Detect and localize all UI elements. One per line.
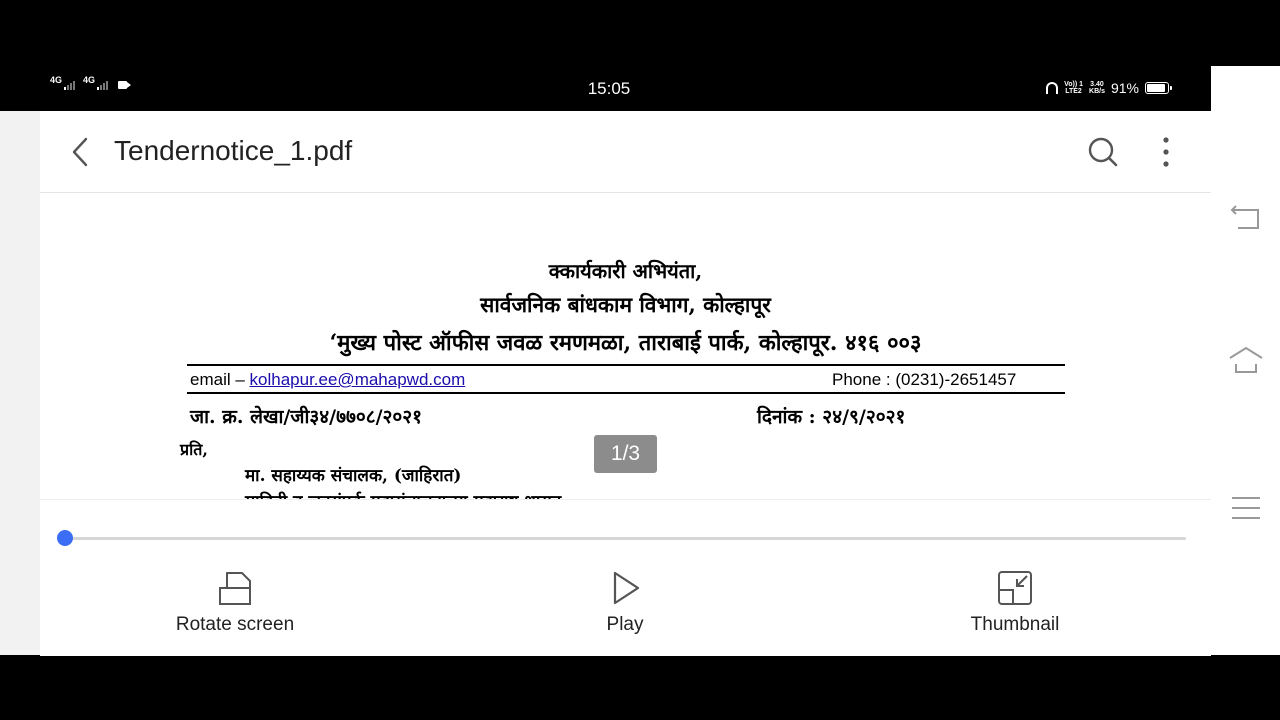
volte-indicator: Vo)) 1 LTE2 — [1064, 81, 1083, 95]
headset-icon — [1046, 82, 1059, 94]
play-label: Play — [606, 614, 644, 635]
document-viewport[interactable]: क्‍कार्यकारी अभियंता, सार्वजनिक बांधकाम … — [40, 193, 1211, 499]
battery-fill — [1147, 84, 1166, 92]
nav-back-icon[interactable] — [1228, 202, 1264, 238]
volte-top: Vo)) 1 — [1064, 81, 1084, 88]
doc-heading-line3: ‘मुख्य पोस्ट ऑफीस जवळ रमणमळा, ताराबाई पा… — [329, 330, 922, 356]
thumbnail-label: Thumbnail — [970, 614, 1060, 635]
nav-home-icon[interactable] — [1228, 342, 1264, 378]
left-margin-strip — [0, 111, 40, 655]
network-speed: 3.40 KB/s — [1089, 81, 1105, 95]
document-title: Tendernotice_1.pdf — [114, 135, 353, 166]
doc-to-label: प्रति, — [180, 440, 208, 459]
speed-value: 3.40 — [1090, 81, 1104, 88]
email-label: email – — [190, 370, 250, 389]
pdf-viewer: Tendernotice_1.pdf क्‍कार्यकारी अभियंता,… — [40, 111, 1211, 656]
page-indicator: 1/3 — [594, 435, 657, 473]
doc-reference-number: जा. क्र. लेखा/जी३४/७७०८/२०२१ — [190, 406, 423, 428]
app-bar: Tendernotice_1.pdf — [40, 111, 1211, 193]
rotate-screen-label: Rotate screen — [175, 614, 295, 635]
volte-bottom: LTE2 — [1065, 88, 1082, 95]
thumbnail-icon — [998, 571, 1032, 605]
rotate-screen-icon — [219, 572, 251, 605]
speed-unit: KB/s — [1089, 88, 1105, 95]
header-rule-top — [187, 364, 1065, 366]
bottom-controls: Rotate screen Play Thumbnail — [40, 499, 1211, 656]
doc-phone: Phone : (0231)-2651457 — [832, 370, 1017, 389]
play-button[interactable]: Play — [525, 570, 725, 636]
search-icon[interactable] — [1086, 135, 1120, 169]
navigation-bar — [1211, 66, 1280, 655]
page-slider-track[interactable] — [64, 537, 1186, 540]
doc-email: email – kolhapur.ee@mahapwd.com — [190, 370, 465, 390]
thumbnail-button[interactable]: Thumbnail — [915, 570, 1115, 636]
status-right: Vo)) 1 LTE2 3.40 KB/s 91% — [1046, 80, 1172, 96]
chevron-left-icon[interactable] — [66, 135, 98, 169]
battery-percent: 91% — [1110, 80, 1139, 96]
more-vertical-icon[interactable] — [1152, 135, 1180, 169]
status-time: 15:05 — [587, 79, 631, 98]
play-icon — [613, 571, 640, 605]
doc-date: दिनांक : २४/९/२०२१ — [757, 406, 906, 428]
doc-addressee-line2: माहिती व जनसंपर्क महासंचालनालय महाराष्ट्… — [245, 489, 561, 499]
doc-heading-line2: सार्वजनिक बांधकाम विभाग, कोल्हापूर — [480, 292, 771, 317]
rotate-screen-button[interactable]: Rotate screen — [135, 570, 335, 636]
status-bar: 4G 4G 15:05 Vo)) 1 LTE2 3.40 KB/s 91% — [0, 66, 1211, 111]
doc-addressee: मा. सहाय्यक संचालक, (जाहिरात) — [245, 466, 462, 486]
email-link[interactable]: kolhapur.ee@mahapwd.com — [250, 370, 466, 389]
page-slider-thumb[interactable] — [57, 530, 73, 546]
battery-icon — [1145, 82, 1172, 94]
doc-heading-line1: क्‍कार्यकारी अभियंता, — [548, 259, 703, 283]
nav-menu-icon[interactable] — [1228, 490, 1264, 526]
header-rule-bottom — [187, 392, 1065, 394]
